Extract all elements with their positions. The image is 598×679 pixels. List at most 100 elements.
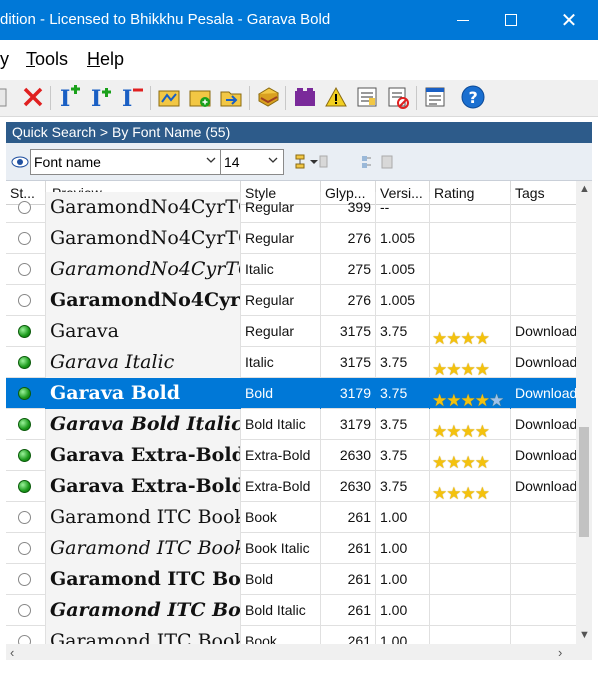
tags-cell — [511, 595, 576, 626]
status-cell — [6, 192, 46, 223]
rating-stars-icon: ★★★★ — [432, 329, 490, 347]
menu-item-tools[interactable]: Tools — [26, 49, 68, 70]
minimize-button[interactable] — [440, 0, 486, 40]
version-cell: 3.75 — [376, 471, 430, 502]
add-to-group-icon[interactable] — [187, 84, 213, 110]
not-installed-status-icon — [18, 604, 31, 617]
svg-text:I: I — [60, 86, 70, 110]
table-row[interactable]: GaramondNo4CyrTCYRegular399-- — [6, 192, 576, 223]
table-row[interactable]: GaramondNo4CyrTCYItalic2751.005 — [6, 254, 576, 285]
library-icon[interactable] — [292, 84, 318, 110]
table-row[interactable]: GaramondNo4CyrTCYRegular2761.005 — [6, 285, 576, 316]
field-select[interactable]: Font name — [30, 149, 222, 175]
uninstall-icon[interactable] — [385, 84, 411, 110]
install-icon[interactable] — [255, 84, 281, 110]
new-group-icon[interactable] — [156, 84, 182, 110]
preview-cell: Garamond ITC Book — [46, 502, 241, 533]
style-cell: Bold — [241, 378, 321, 409]
table-row[interactable]: Garamond ITC Book Book 261 1.00 — [6, 502, 576, 533]
style-cell: Extra-Bold — [241, 471, 321, 502]
close-button[interactable]: ✕ — [546, 0, 592, 40]
menu-label: y — [0, 49, 9, 69]
scroll-thumb[interactable] — [579, 427, 589, 537]
rating-stars-icon: ★★★★ — [432, 422, 490, 440]
rating-stars-icon: ★★★★★ — [432, 391, 504, 409]
preview-cell: Garava Italic — [46, 347, 241, 378]
warning-icon[interactable] — [323, 84, 349, 110]
toolbar-separator — [50, 86, 51, 110]
style-cell: Regular — [241, 316, 321, 347]
version-cell: 1.005 — [376, 223, 430, 254]
font-grid: St... Preview▲ Style Glyp... Versi... Ra… — [6, 181, 592, 660]
rating-cell — [430, 254, 511, 285]
table-row[interactable]: GaramondNo4CyrTCYRegular2761.005 — [6, 223, 576, 254]
status-cell — [6, 471, 46, 502]
table-row[interactable]: Garamond ITC Bold Bold Italic 261 1.00 — [6, 595, 576, 626]
tags-cell — [511, 223, 576, 254]
menu-item-library[interactable]: y — [0, 49, 9, 70]
vertical-scrollbar[interactable]: ▲ ▼ — [576, 181, 592, 644]
scroll-down-icon[interactable]: ▼ — [579, 629, 590, 641]
status-cell — [6, 564, 46, 595]
table-row[interactable]: Garamond ITC Book Book Italic 261 1.00 — [6, 533, 576, 564]
maximize-icon — [505, 14, 517, 26]
sort-options-icon[interactable] — [294, 152, 328, 172]
clipboard-icon[interactable] — [0, 84, 14, 110]
status-cell — [6, 440, 46, 471]
open-group-icon[interactable] — [218, 84, 244, 110]
status-cell — [6, 285, 46, 316]
size-select[interactable]: 14 — [220, 149, 284, 175]
scroll-up-icon[interactable]: ▲ — [579, 183, 590, 195]
help-icon[interactable]: ? — [460, 84, 486, 110]
glyphs-cell: 3175 — [321, 316, 376, 347]
scroll-right-icon[interactable]: › — [558, 645, 562, 660]
version-cell: 3.75 — [376, 440, 430, 471]
table-row[interactable]: Garava Bold Italic Bold Italic 3179 3.75 ★★★… — [6, 409, 576, 440]
style-cell: Bold Italic — [241, 595, 321, 626]
table-row[interactable]: Garava Extra-Bold Extra-Bold 2630 3.75 ★★★★ D… — [6, 471, 576, 502]
preview-cell: Garamond ITC Bold — [46, 595, 241, 626]
table-row[interactable]: Garamond ITC Bold Bold 261 1.00 — [6, 564, 576, 595]
glyphs-cell: 261 — [321, 533, 376, 564]
glyphs-cell: 399 — [321, 192, 376, 223]
glyphs-cell: 3179 — [321, 378, 376, 409]
add-font-icon[interactable]: I — [57, 84, 83, 110]
style-cell: Regular — [241, 192, 321, 223]
maximize-button[interactable] — [488, 0, 534, 40]
glyphs-cell: 276 — [321, 223, 376, 254]
horizontal-scrollbar[interactable]: ‹ › — [6, 644, 592, 660]
field-select-value: Font name — [34, 154, 101, 170]
status-cell — [6, 533, 46, 564]
rating-stars-icon: ★★★★ — [432, 484, 490, 502]
glyphs-cell: 3179 — [321, 409, 376, 440]
style-cell: Book — [241, 502, 321, 533]
delete-icon[interactable] — [20, 84, 46, 110]
menu-item-help[interactable]: Help — [87, 49, 124, 70]
tags-cell — [511, 564, 576, 595]
eye-icon[interactable] — [10, 153, 30, 171]
remove-font-icon[interactable]: I — [119, 84, 145, 110]
style-cell: Italic — [241, 254, 321, 285]
status-cell — [6, 378, 46, 409]
properties-icon[interactable] — [422, 84, 448, 110]
add-fonts-icon[interactable]: I — [88, 84, 114, 110]
glyphs-cell: 2630 — [321, 471, 376, 502]
table-row[interactable]: Garava Extra-Bold Extra-Bold 2630 3.75 ★★★★ D… — [6, 440, 576, 471]
style-cell: Regular — [241, 223, 321, 254]
chevron-down-icon — [206, 157, 216, 163]
report-icon[interactable] — [354, 84, 380, 110]
preview-cell: Garava Bold Italic — [46, 409, 241, 440]
installed-status-icon — [18, 418, 31, 431]
glyphs-cell: 275 — [321, 254, 376, 285]
status-cell — [6, 409, 46, 440]
version-cell: 1.005 — [376, 285, 430, 316]
tags-cell — [511, 533, 576, 564]
tags-cell: Download — [515, 447, 576, 463]
table-row[interactable]: Garava Bold Bold 3179 3.75 ★★★★★ Download — [6, 378, 576, 409]
not-installed-status-icon — [18, 294, 31, 307]
layout-options-icon[interactable] — [360, 152, 396, 172]
table-row[interactable]: Garava Regular 3175 3.75 ★★★★ Download — [6, 316, 576, 347]
table-row[interactable]: Garava Italic Italic 3175 3.75 ★★★★ Download — [6, 347, 576, 378]
version-cell: 1.00 — [376, 595, 430, 626]
scroll-left-icon[interactable]: ‹ — [10, 645, 14, 660]
